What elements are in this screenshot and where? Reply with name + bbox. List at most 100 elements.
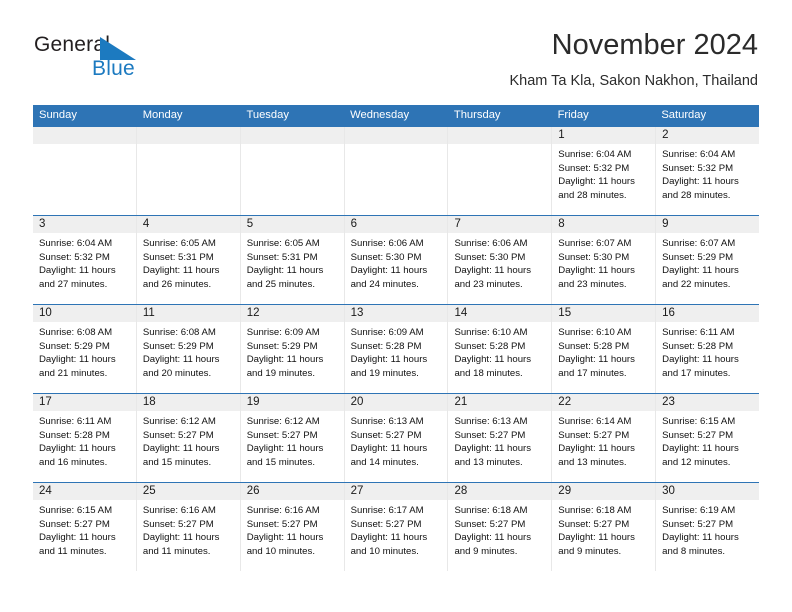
- day-cell[interactable]: 18 Sunrise: 6:12 AM Sunset: 5:27 PM Dayl…: [136, 394, 241, 482]
- daylight-text-line2: and 16 minutes.: [39, 456, 108, 468]
- day-number: 7: [448, 216, 552, 233]
- daylight-text-line1: Daylight: 11 hours: [246, 532, 324, 544]
- day-number: 25: [136, 483, 240, 500]
- day-number: 15: [552, 305, 656, 322]
- day-cell[interactable]: 7 Sunrise: 6:06 AM Sunset: 5:30 PM Dayli…: [448, 216, 553, 304]
- sunrise-text: Sunrise: 6:04 AM: [662, 149, 736, 160]
- day-details: Sunrise: 6:04 AM Sunset: 5:32 PM Dayligh…: [33, 233, 136, 291]
- daylight-text-line1: Daylight: 11 hours: [662, 532, 739, 544]
- day-details: Sunrise: 6:17 AM Sunset: 5:27 PM Dayligh…: [345, 500, 448, 558]
- day-details: Sunrise: 6:11 AM Sunset: 5:28 PM Dayligh…: [656, 322, 759, 380]
- day-cell[interactable]: 22 Sunrise: 6:14 AM Sunset: 5:27 PM Dayl…: [552, 394, 657, 482]
- day-cell[interactable]: 19 Sunrise: 6:12 AM Sunset: 5:27 PM Dayl…: [240, 394, 345, 482]
- sunrise-text: Sunrise: 6:18 AM: [558, 505, 632, 516]
- day-cell[interactable]: 17 Sunrise: 6:11 AM Sunset: 5:28 PM Dayl…: [33, 394, 137, 482]
- day-cell[interactable]: 12 Sunrise: 6:09 AM Sunset: 5:29 PM Dayl…: [240, 305, 345, 393]
- day-cell[interactable]: 1 Sunrise: 6:04 AM Sunset: 5:32 PM Dayli…: [552, 127, 657, 215]
- day-cell[interactable]: 16 Sunrise: 6:11 AM Sunset: 5:28 PM Dayl…: [656, 305, 760, 393]
- day-cell[interactable]: [136, 127, 241, 215]
- sunset-text: Sunset: 5:28 PM: [558, 340, 630, 352]
- daylight-text-line2: and 26 minutes.: [142, 278, 212, 290]
- day-cell[interactable]: 4 Sunrise: 6:05 AM Sunset: 5:31 PM Dayli…: [136, 216, 241, 304]
- daylight-text-line1: Daylight: 11 hours: [39, 265, 116, 277]
- day-number: [136, 127, 240, 144]
- day-cell[interactable]: 15 Sunrise: 6:10 AM Sunset: 5:28 PM Dayl…: [552, 305, 657, 393]
- daylight-text-line2: and 9 minutes.: [558, 545, 622, 557]
- day-details: Sunrise: 6:04 AM Sunset: 5:32 PM Dayligh…: [656, 144, 759, 202]
- day-details: Sunrise: 6:14 AM Sunset: 5:27 PM Dayligh…: [552, 411, 655, 469]
- daylight-text-line2: and 21 minutes.: [39, 367, 108, 379]
- day-number: 1: [552, 127, 656, 144]
- weekday-header-monday: Monday: [142, 109, 183, 121]
- daylight-text-line1: Daylight: 11 hours: [558, 532, 635, 544]
- day-details: Sunrise: 6:06 AM Sunset: 5:30 PM Dayligh…: [345, 233, 448, 291]
- day-cell[interactable]: [448, 127, 553, 215]
- day-cell[interactable]: 25 Sunrise: 6:16 AM Sunset: 5:27 PM Dayl…: [136, 483, 241, 571]
- sunset-text: Sunset: 5:30 PM: [350, 251, 422, 263]
- calendar-page: General Blue November 2024 Kham Ta Kla, …: [0, 0, 792, 612]
- day-number: 29: [552, 483, 656, 500]
- sunrise-text: Sunrise: 6:08 AM: [39, 327, 113, 338]
- daylight-text-line2: and 23 minutes.: [454, 278, 523, 290]
- day-cell[interactable]: 14 Sunrise: 6:10 AM Sunset: 5:28 PM Dayl…: [448, 305, 553, 393]
- day-cell[interactable]: [33, 127, 137, 215]
- week-row: 17 Sunrise: 6:11 AM Sunset: 5:28 PM Dayl…: [33, 393, 760, 482]
- day-details: Sunrise: 6:16 AM Sunset: 5:27 PM Dayligh…: [241, 500, 344, 558]
- day-number: 12: [240, 305, 344, 322]
- day-cell[interactable]: 13 Sunrise: 6:09 AM Sunset: 5:28 PM Dayl…: [344, 305, 449, 393]
- day-number: 23: [656, 394, 760, 411]
- sunset-text: Sunset: 5:27 PM: [662, 429, 734, 441]
- day-cell[interactable]: [240, 127, 345, 215]
- sunset-text: Sunset: 5:29 PM: [142, 340, 214, 352]
- day-cell[interactable]: 30 Sunrise: 6:19 AM Sunset: 5:27 PM Dayl…: [656, 483, 760, 571]
- day-details: [33, 144, 136, 148]
- day-number: 28: [448, 483, 552, 500]
- sunrise-text: Sunrise: 6:17 AM: [350, 505, 424, 516]
- daylight-text-line1: Daylight: 11 hours: [39, 354, 116, 366]
- day-details: Sunrise: 6:09 AM Sunset: 5:29 PM Dayligh…: [241, 322, 344, 380]
- daylight-text-line1: Daylight: 11 hours: [39, 532, 116, 544]
- daylight-text-line1: Daylight: 11 hours: [558, 443, 635, 455]
- daylight-text-line2: and 23 minutes.: [558, 278, 627, 290]
- day-cell[interactable]: 21 Sunrise: 6:13 AM Sunset: 5:27 PM Dayl…: [448, 394, 553, 482]
- sunrise-text: Sunrise: 6:05 AM: [246, 238, 320, 249]
- day-number: 10: [33, 305, 136, 322]
- day-details: Sunrise: 6:15 AM Sunset: 5:27 PM Dayligh…: [656, 411, 759, 469]
- day-number: 8: [552, 216, 656, 233]
- day-cell[interactable]: 23 Sunrise: 6:15 AM Sunset: 5:27 PM Dayl…: [656, 394, 760, 482]
- daylight-text-line1: Daylight: 11 hours: [350, 265, 428, 277]
- day-cell[interactable]: 26 Sunrise: 6:16 AM Sunset: 5:27 PM Dayl…: [240, 483, 345, 571]
- day-details: Sunrise: 6:08 AM Sunset: 5:29 PM Dayligh…: [33, 322, 136, 380]
- title-block: November 2024 Kham Ta Kla, Sakon Nakhon,…: [509, 28, 758, 90]
- day-cell[interactable]: [344, 127, 449, 215]
- day-cell[interactable]: 3 Sunrise: 6:04 AM Sunset: 5:32 PM Dayli…: [33, 216, 137, 304]
- day-cell[interactable]: 9 Sunrise: 6:07 AM Sunset: 5:29 PM Dayli…: [656, 216, 760, 304]
- daylight-text-line2: and 19 minutes.: [350, 367, 419, 379]
- sunrise-text: Sunrise: 6:19 AM: [662, 505, 736, 516]
- logo-text-blue: Blue: [92, 57, 135, 80]
- day-cell[interactable]: 29 Sunrise: 6:18 AM Sunset: 5:27 PM Dayl…: [552, 483, 657, 571]
- sunrise-text: Sunrise: 6:13 AM: [350, 416, 424, 427]
- day-cell[interactable]: 11 Sunrise: 6:08 AM Sunset: 5:29 PM Dayl…: [136, 305, 241, 393]
- day-details: Sunrise: 6:10 AM Sunset: 5:28 PM Dayligh…: [552, 322, 655, 380]
- general-blue-logo[interactable]: General Blue: [34, 33, 164, 85]
- daylight-text-line1: Daylight: 11 hours: [350, 354, 428, 366]
- daylight-text-line2: and 10 minutes.: [350, 545, 419, 557]
- day-number: 24: [33, 483, 136, 500]
- day-cell[interactable]: 10 Sunrise: 6:08 AM Sunset: 5:29 PM Dayl…: [33, 305, 137, 393]
- day-cell[interactable]: 27 Sunrise: 6:17 AM Sunset: 5:27 PM Dayl…: [344, 483, 449, 571]
- daylight-text-line2: and 15 minutes.: [246, 456, 315, 468]
- daylight-text-line2: and 11 minutes.: [142, 545, 211, 557]
- day-cell[interactable]: 20 Sunrise: 6:13 AM Sunset: 5:27 PM Dayl…: [344, 394, 449, 482]
- day-number: 22: [552, 394, 656, 411]
- sunset-text: Sunset: 5:27 PM: [454, 429, 526, 441]
- day-cell[interactable]: 6 Sunrise: 6:06 AM Sunset: 5:30 PM Dayli…: [344, 216, 449, 304]
- day-cell[interactable]: 24 Sunrise: 6:15 AM Sunset: 5:27 PM Dayl…: [33, 483, 137, 571]
- day-cell[interactable]: 28 Sunrise: 6:18 AM Sunset: 5:27 PM Dayl…: [448, 483, 553, 571]
- page-header: General Blue November 2024 Kham Ta Kla, …: [0, 0, 792, 104]
- day-cell[interactable]: 5 Sunrise: 6:05 AM Sunset: 5:31 PM Dayli…: [240, 216, 345, 304]
- sunrise-text: Sunrise: 6:13 AM: [454, 416, 528, 427]
- day-cell[interactable]: 8 Sunrise: 6:07 AM Sunset: 5:30 PM Dayli…: [552, 216, 657, 304]
- sunrise-text: Sunrise: 6:12 AM: [142, 416, 216, 427]
- day-cell[interactable]: 2 Sunrise: 6:04 AM Sunset: 5:32 PM Dayli…: [656, 127, 760, 215]
